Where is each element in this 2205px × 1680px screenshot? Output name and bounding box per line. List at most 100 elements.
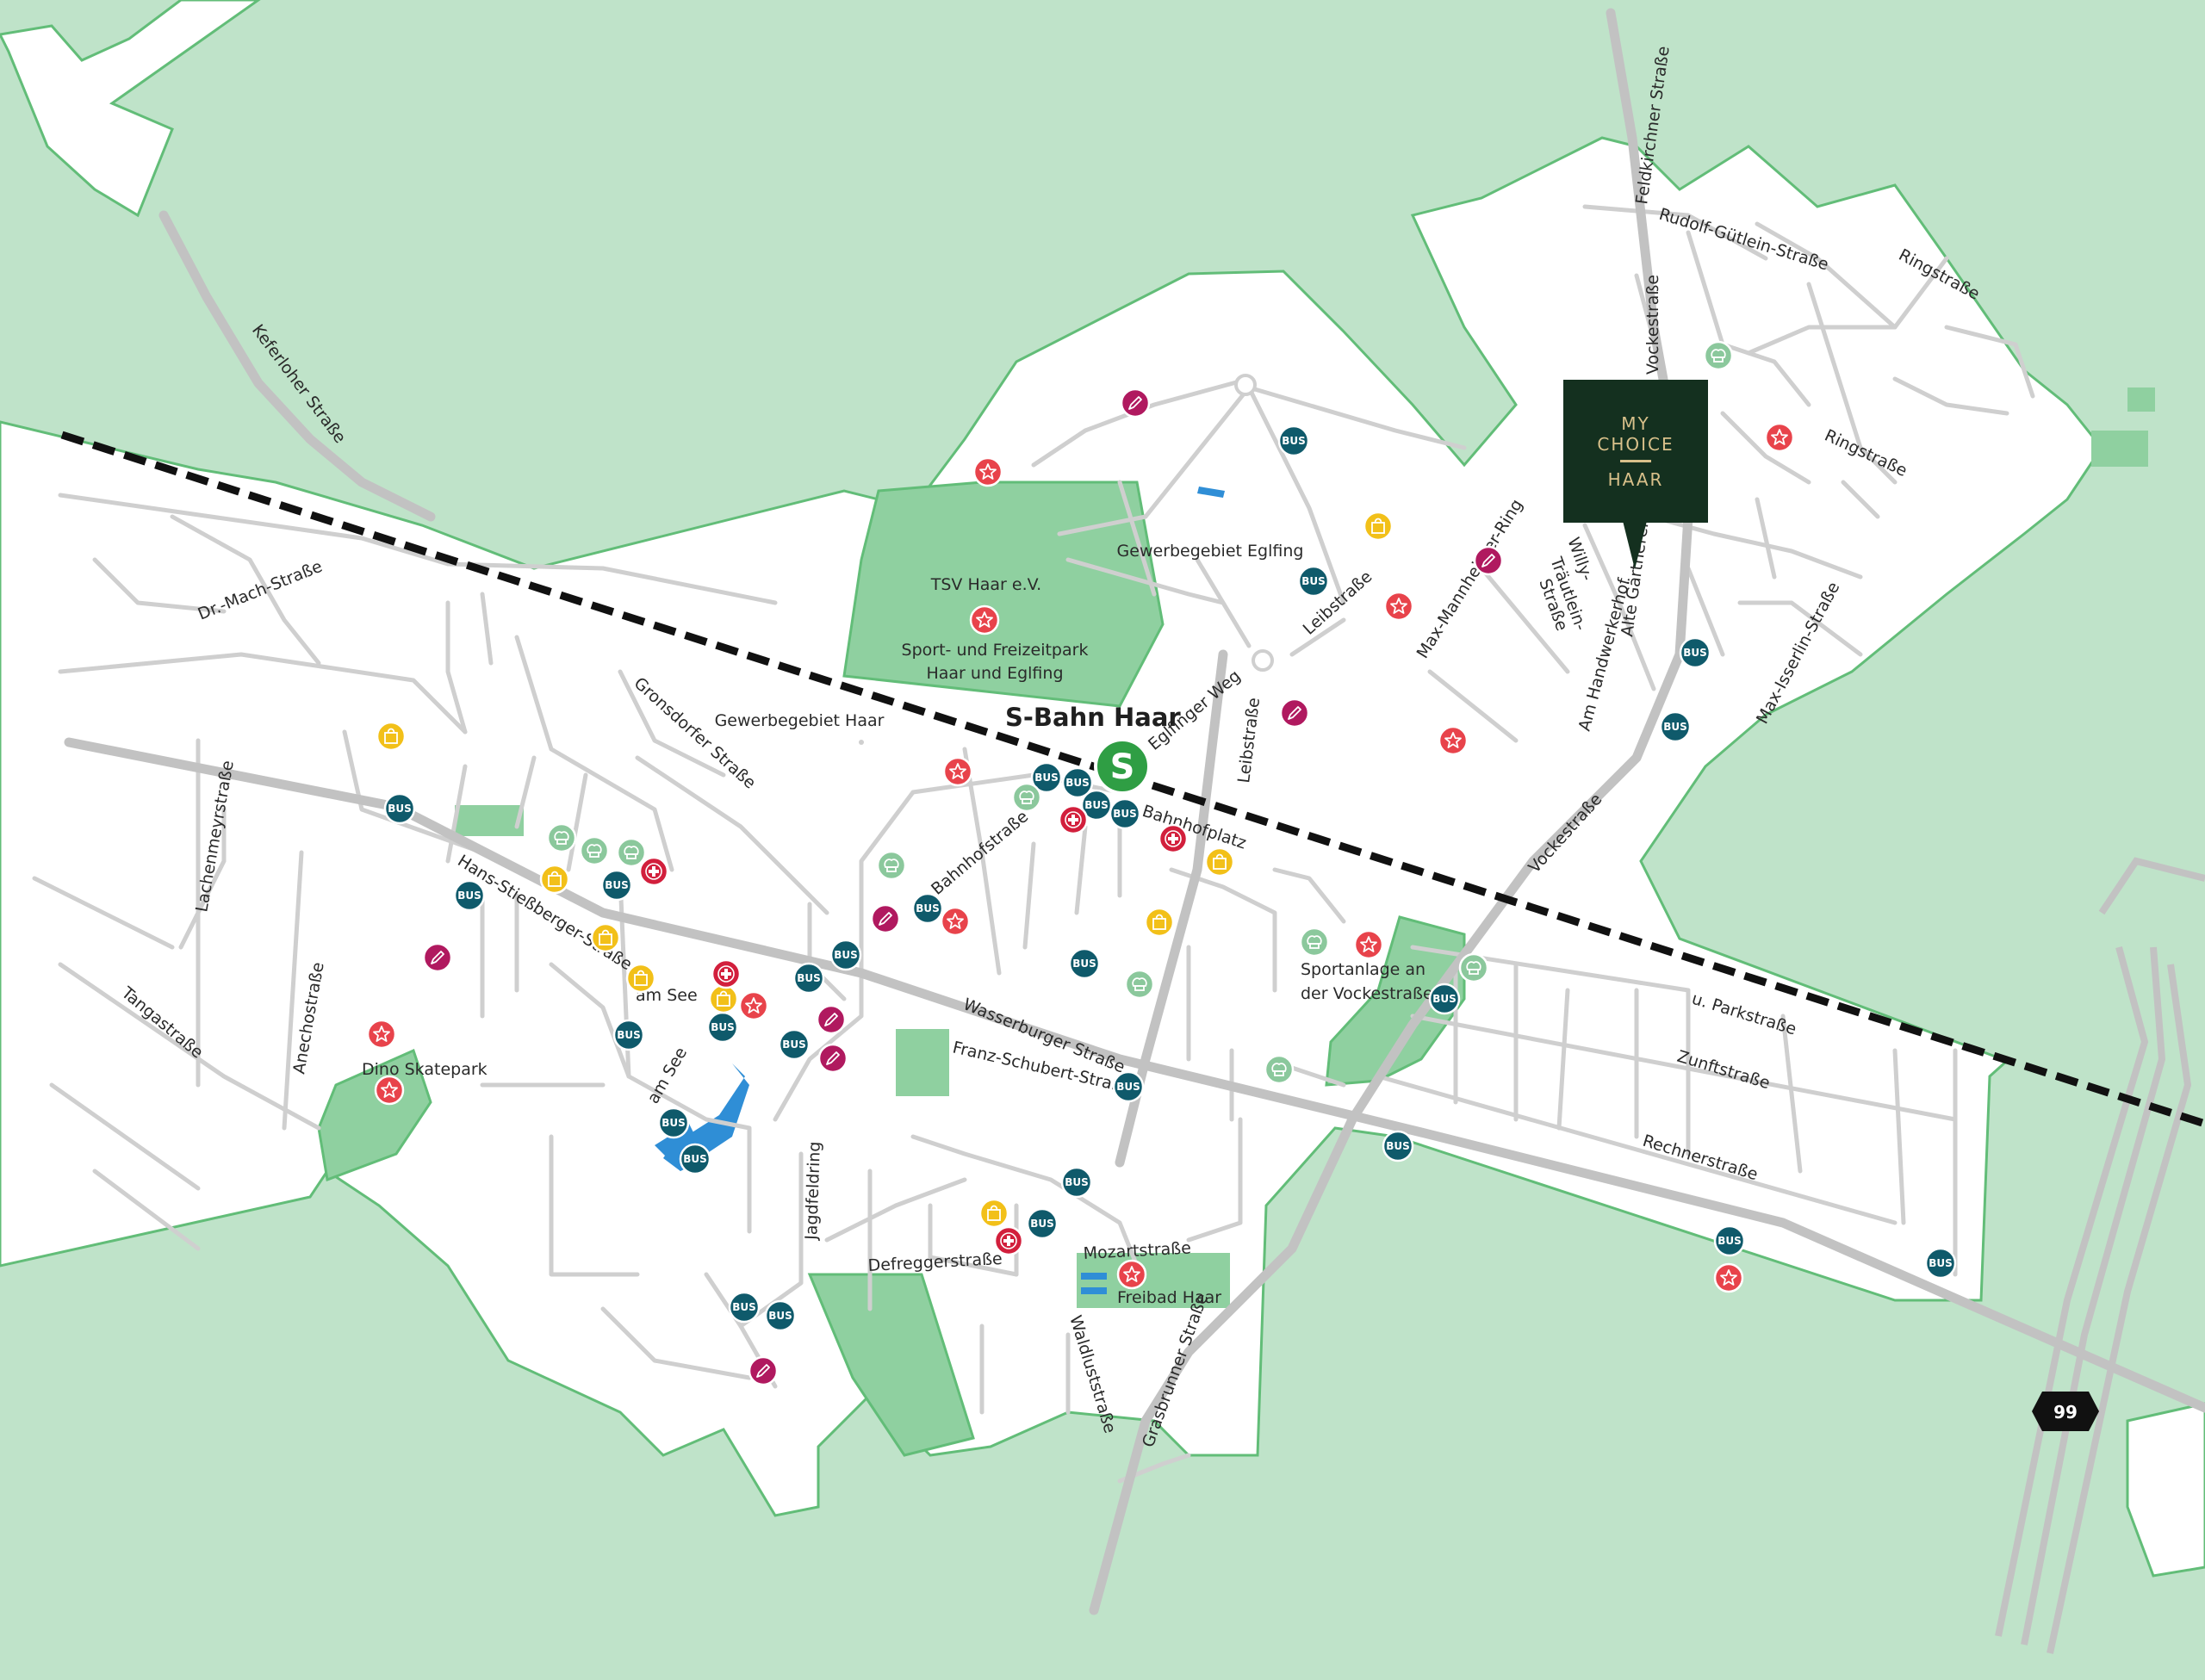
bus-stop-icon[interactable]: BUS xyxy=(792,962,825,995)
chef-hat-icon[interactable] xyxy=(546,822,577,853)
bus-stop-icon[interactable]: BUS xyxy=(706,1011,739,1044)
bus-stop-icon[interactable]: BUS xyxy=(1109,797,1141,830)
chef-hat-icon[interactable] xyxy=(616,837,647,868)
svg-text:BUS: BUS xyxy=(1683,647,1707,659)
svg-text:BUS: BUS xyxy=(711,1021,735,1033)
park-east-small xyxy=(2091,431,2148,467)
star-icon[interactable] xyxy=(1764,422,1795,453)
svg-text:BUS: BUS xyxy=(1065,1176,1089,1188)
label-gewerbegebiet-haar: Gewerbegebiet Haar xyxy=(715,711,885,730)
bus-stop-icon[interactable]: BUS xyxy=(1659,710,1692,743)
star-icon[interactable] xyxy=(1713,1262,1744,1293)
chef-hat-icon[interactable] xyxy=(1299,927,1330,958)
bus-stop-icon[interactable]: BUS xyxy=(453,879,486,912)
pencil-icon[interactable] xyxy=(1279,697,1310,728)
bus-stop-icon[interactable]: BUS xyxy=(764,1299,797,1332)
park-strip-west xyxy=(455,805,524,836)
pencil-icon[interactable] xyxy=(422,942,453,973)
star-icon[interactable] xyxy=(374,1075,405,1106)
marker-line-haar: HAAR xyxy=(1607,468,1664,490)
star-icon[interactable] xyxy=(942,756,973,787)
bus-stop-icon[interactable]: BUS xyxy=(1068,947,1101,980)
star-icon[interactable] xyxy=(1438,725,1469,756)
chef-hat-icon[interactable] xyxy=(1124,969,1155,1000)
park-small-center xyxy=(896,1029,949,1096)
chef-hat-icon[interactable] xyxy=(1458,952,1489,983)
chef-hat-icon[interactable] xyxy=(579,835,610,866)
label-sportanlage-line2: der Vockestraße xyxy=(1301,984,1433,1003)
star-icon[interactable] xyxy=(1116,1259,1147,1290)
svg-text:BUS: BUS xyxy=(1301,575,1326,587)
chef-hat-icon[interactable] xyxy=(1703,340,1734,371)
bus-stop-icon[interactable]: BUS xyxy=(1060,1166,1093,1199)
svg-text:BUS: BUS xyxy=(782,1038,806,1051)
pencil-icon[interactable] xyxy=(1473,545,1504,576)
marker-pointer xyxy=(1623,521,1647,569)
bus-stop-icon[interactable]: BUS xyxy=(1277,425,1310,457)
star-icon[interactable] xyxy=(972,456,1003,487)
bus-stop-icon[interactable]: BUS xyxy=(383,792,416,825)
bus-stop-icon[interactable]: BUS xyxy=(612,1019,645,1051)
s-bahn-station-icon[interactable]: S xyxy=(1094,738,1151,795)
bus-stop-icon[interactable]: BUS xyxy=(911,892,944,925)
medical-cross-icon[interactable] xyxy=(1058,804,1089,835)
bus-stop-icon[interactable]: BUS xyxy=(1428,983,1461,1015)
shopping-bag-icon[interactable] xyxy=(376,721,407,752)
bus-stop-icon[interactable]: BUS xyxy=(1382,1130,1414,1162)
pencil-icon[interactable] xyxy=(816,1004,847,1035)
town-map: TSV Haar e.V. Sport- und Freizeitpark Ha… xyxy=(0,0,2205,1680)
svg-text:BUS: BUS xyxy=(834,949,858,961)
svg-text:BUS: BUS xyxy=(1030,1218,1054,1230)
shopping-bag-icon[interactable] xyxy=(1363,511,1394,542)
bus-stop-icon[interactable]: BUS xyxy=(1297,565,1330,598)
chef-hat-icon[interactable] xyxy=(1011,782,1042,813)
marker-line-choice: CHOICE xyxy=(1597,433,1674,455)
shopping-bag-icon[interactable] xyxy=(978,1198,1009,1229)
bus-stop-icon[interactable]: BUS xyxy=(657,1107,690,1139)
pencil-icon[interactable] xyxy=(748,1355,779,1386)
star-icon[interactable] xyxy=(738,990,769,1021)
bus-stop-icon[interactable]: BUS xyxy=(1112,1070,1145,1103)
medical-cross-icon[interactable] xyxy=(711,958,742,989)
shopping-bag-icon[interactable] xyxy=(539,864,570,895)
star-icon[interactable] xyxy=(940,906,971,937)
bus-stop-icon[interactable]: BUS xyxy=(778,1028,811,1061)
pencil-icon[interactable] xyxy=(1120,387,1151,418)
shopping-bag-icon[interactable] xyxy=(1204,846,1235,877)
star-icon[interactable] xyxy=(969,604,1000,635)
shopping-bag-icon[interactable] xyxy=(590,922,621,953)
pencil-icon[interactable] xyxy=(817,1043,848,1074)
medical-cross-icon[interactable] xyxy=(1158,823,1189,854)
star-icon[interactable] xyxy=(1353,929,1384,960)
pencil-icon[interactable] xyxy=(870,903,901,934)
medical-cross-icon[interactable] xyxy=(993,1225,1024,1256)
medical-cross-icon[interactable] xyxy=(638,856,669,887)
svg-text:BUS: BUS xyxy=(1929,1257,1953,1269)
star-icon[interactable] xyxy=(366,1019,397,1050)
roundabout-gewerbe xyxy=(1234,374,1257,396)
label-tsv-haar: TSV Haar e.V. xyxy=(930,575,1041,594)
chef-hat-icon[interactable] xyxy=(1264,1054,1295,1085)
bus-stop-icon[interactable]: BUS xyxy=(1713,1224,1746,1257)
chef-hat-icon[interactable] xyxy=(876,850,907,881)
bus-stop-icon[interactable]: BUS xyxy=(829,939,862,971)
street-jagdfeldring: Jagdfeldring xyxy=(802,1141,824,1241)
svg-text:BUS: BUS xyxy=(1386,1140,1410,1152)
bus-stop-icon[interactable]: BUS xyxy=(728,1291,761,1324)
bus-stop-icon[interactable]: BUS xyxy=(1026,1207,1059,1240)
svg-text:BUS: BUS xyxy=(916,902,940,914)
svg-text:BUS: BUS xyxy=(457,890,481,902)
street-vockestrasse-north: Vockestraße xyxy=(1643,275,1662,375)
svg-text:BUS: BUS xyxy=(388,803,412,815)
svg-text:BUS: BUS xyxy=(605,879,629,891)
shopping-bag-icon[interactable] xyxy=(708,983,739,1014)
location-marker-my-choice-haar[interactable]: MY CHOICE HAAR xyxy=(1563,380,1708,523)
label-dino-skatepark: Dino Skatepark xyxy=(362,1060,488,1079)
star-icon[interactable] xyxy=(1383,591,1414,622)
bus-stop-icon[interactable]: BUS xyxy=(1924,1247,1957,1280)
bus-stop-icon[interactable]: BUS xyxy=(679,1143,711,1175)
bus-stop-icon[interactable]: BUS xyxy=(1679,636,1711,669)
shopping-bag-icon[interactable] xyxy=(625,963,656,994)
shopping-bag-icon[interactable] xyxy=(1144,907,1175,938)
bus-stop-icon[interactable]: BUS xyxy=(600,869,633,902)
